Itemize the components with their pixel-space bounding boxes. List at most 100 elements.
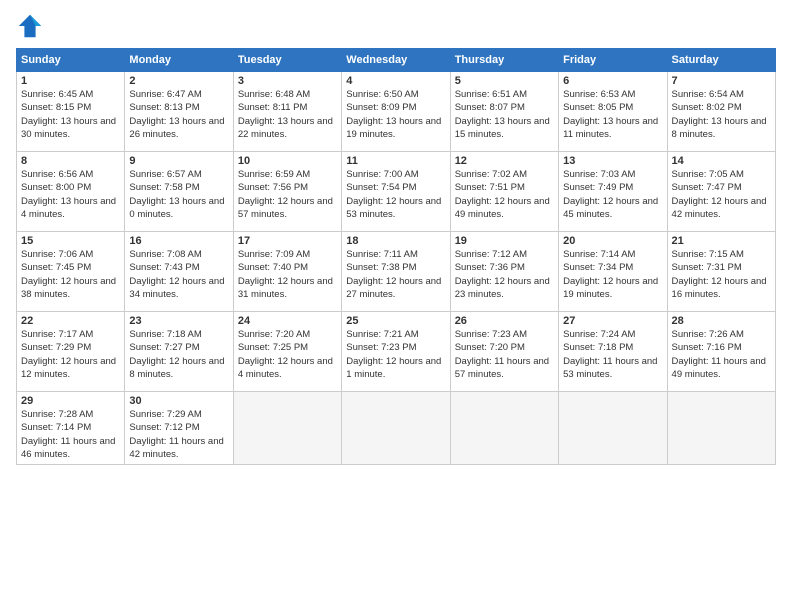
day-number: 18 — [346, 235, 445, 247]
day-number: 21 — [672, 235, 771, 247]
day-number: 15 — [21, 235, 120, 247]
day-number: 8 — [21, 155, 120, 167]
calendar-cell — [233, 392, 341, 465]
col-saturday: Saturday — [667, 49, 775, 72]
day-number: 9 — [129, 155, 228, 167]
calendar-cell: 1Sunrise: 6:45 AMSunset: 8:15 PMDaylight… — [17, 72, 125, 152]
day-number: 26 — [455, 315, 554, 327]
day-number: 2 — [129, 75, 228, 87]
col-monday: Monday — [125, 49, 233, 72]
day-info: Sunrise: 6:50 AMSunset: 8:09 PMDaylight:… — [346, 88, 445, 141]
page: Sunday Monday Tuesday Wednesday Thursday… — [0, 0, 792, 612]
calendar-cell: 18Sunrise: 7:11 AMSunset: 7:38 PMDayligh… — [342, 232, 450, 312]
day-info: Sunrise: 7:15 AMSunset: 7:31 PMDaylight:… — [672, 248, 771, 301]
day-info: Sunrise: 6:56 AMSunset: 8:00 PMDaylight:… — [21, 168, 120, 221]
day-info: Sunrise: 7:21 AMSunset: 7:23 PMDaylight:… — [346, 328, 445, 381]
day-info: Sunrise: 6:47 AMSunset: 8:13 PMDaylight:… — [129, 88, 228, 141]
day-number: 25 — [346, 315, 445, 327]
col-wednesday: Wednesday — [342, 49, 450, 72]
logo-icon — [16, 12, 44, 40]
day-info: Sunrise: 6:57 AMSunset: 7:58 PMDaylight:… — [129, 168, 228, 221]
col-thursday: Thursday — [450, 49, 558, 72]
day-number: 13 — [563, 155, 662, 167]
calendar-cell: 24Sunrise: 7:20 AMSunset: 7:25 PMDayligh… — [233, 312, 341, 392]
day-info: Sunrise: 7:28 AMSunset: 7:14 PMDaylight:… — [21, 408, 120, 461]
calendar-cell: 3Sunrise: 6:48 AMSunset: 8:11 PMDaylight… — [233, 72, 341, 152]
day-number: 19 — [455, 235, 554, 247]
header — [16, 12, 776, 40]
calendar-cell — [667, 392, 775, 465]
col-sunday: Sunday — [17, 49, 125, 72]
col-tuesday: Tuesday — [233, 49, 341, 72]
calendar-cell: 27Sunrise: 7:24 AMSunset: 7:18 PMDayligh… — [559, 312, 667, 392]
day-info: Sunrise: 7:29 AMSunset: 7:12 PMDaylight:… — [129, 408, 228, 461]
calendar-cell: 19Sunrise: 7:12 AMSunset: 7:36 PMDayligh… — [450, 232, 558, 312]
day-info: Sunrise: 7:20 AMSunset: 7:25 PMDaylight:… — [238, 328, 337, 381]
calendar-cell: 16Sunrise: 7:08 AMSunset: 7:43 PMDayligh… — [125, 232, 233, 312]
day-info: Sunrise: 7:18 AMSunset: 7:27 PMDaylight:… — [129, 328, 228, 381]
day-info: Sunrise: 7:24 AMSunset: 7:18 PMDaylight:… — [563, 328, 662, 381]
day-info: Sunrise: 7:05 AMSunset: 7:47 PMDaylight:… — [672, 168, 771, 221]
calendar-cell: 5Sunrise: 6:51 AMSunset: 8:07 PMDaylight… — [450, 72, 558, 152]
day-number: 29 — [21, 395, 120, 407]
calendar-cell — [342, 392, 450, 465]
calendar-cell: 11Sunrise: 7:00 AMSunset: 7:54 PMDayligh… — [342, 152, 450, 232]
calendar-row: 8Sunrise: 6:56 AMSunset: 8:00 PMDaylight… — [17, 152, 776, 232]
day-number: 14 — [672, 155, 771, 167]
day-info: Sunrise: 7:08 AMSunset: 7:43 PMDaylight:… — [129, 248, 228, 301]
day-info: Sunrise: 6:54 AMSunset: 8:02 PMDaylight:… — [672, 88, 771, 141]
day-number: 17 — [238, 235, 337, 247]
calendar-cell: 29Sunrise: 7:28 AMSunset: 7:14 PMDayligh… — [17, 392, 125, 465]
day-number: 7 — [672, 75, 771, 87]
calendar-row: 29Sunrise: 7:28 AMSunset: 7:14 PMDayligh… — [17, 392, 776, 465]
day-info: Sunrise: 7:12 AMSunset: 7:36 PMDaylight:… — [455, 248, 554, 301]
day-number: 12 — [455, 155, 554, 167]
calendar-cell: 6Sunrise: 6:53 AMSunset: 8:05 PMDaylight… — [559, 72, 667, 152]
day-info: Sunrise: 7:09 AMSunset: 7:40 PMDaylight:… — [238, 248, 337, 301]
calendar-cell: 22Sunrise: 7:17 AMSunset: 7:29 PMDayligh… — [17, 312, 125, 392]
day-number: 20 — [563, 235, 662, 247]
day-info: Sunrise: 7:26 AMSunset: 7:16 PMDaylight:… — [672, 328, 771, 381]
day-number: 23 — [129, 315, 228, 327]
day-number: 11 — [346, 155, 445, 167]
day-number: 16 — [129, 235, 228, 247]
day-number: 22 — [21, 315, 120, 327]
header-row: Sunday Monday Tuesday Wednesday Thursday… — [17, 49, 776, 72]
calendar-row: 22Sunrise: 7:17 AMSunset: 7:29 PMDayligh… — [17, 312, 776, 392]
calendar-cell: 14Sunrise: 7:05 AMSunset: 7:47 PMDayligh… — [667, 152, 775, 232]
calendar-cell: 15Sunrise: 7:06 AMSunset: 7:45 PMDayligh… — [17, 232, 125, 312]
day-number: 4 — [346, 75, 445, 87]
calendar-cell: 2Sunrise: 6:47 AMSunset: 8:13 PMDaylight… — [125, 72, 233, 152]
day-info: Sunrise: 6:51 AMSunset: 8:07 PMDaylight:… — [455, 88, 554, 141]
day-number: 5 — [455, 75, 554, 87]
calendar-cell: 28Sunrise: 7:26 AMSunset: 7:16 PMDayligh… — [667, 312, 775, 392]
day-info: Sunrise: 7:06 AMSunset: 7:45 PMDaylight:… — [21, 248, 120, 301]
calendar-cell: 17Sunrise: 7:09 AMSunset: 7:40 PMDayligh… — [233, 232, 341, 312]
calendar-cell: 26Sunrise: 7:23 AMSunset: 7:20 PMDayligh… — [450, 312, 558, 392]
day-number: 6 — [563, 75, 662, 87]
day-number: 28 — [672, 315, 771, 327]
calendar-cell: 10Sunrise: 6:59 AMSunset: 7:56 PMDayligh… — [233, 152, 341, 232]
calendar-cell: 7Sunrise: 6:54 AMSunset: 8:02 PMDaylight… — [667, 72, 775, 152]
day-info: Sunrise: 7:02 AMSunset: 7:51 PMDaylight:… — [455, 168, 554, 221]
day-info: Sunrise: 7:03 AMSunset: 7:49 PMDaylight:… — [563, 168, 662, 221]
calendar-cell: 30Sunrise: 7:29 AMSunset: 7:12 PMDayligh… — [125, 392, 233, 465]
calendar-cell: 12Sunrise: 7:02 AMSunset: 7:51 PMDayligh… — [450, 152, 558, 232]
calendar-cell: 25Sunrise: 7:21 AMSunset: 7:23 PMDayligh… — [342, 312, 450, 392]
day-info: Sunrise: 7:00 AMSunset: 7:54 PMDaylight:… — [346, 168, 445, 221]
calendar-cell: 8Sunrise: 6:56 AMSunset: 8:00 PMDaylight… — [17, 152, 125, 232]
day-number: 1 — [21, 75, 120, 87]
day-number: 10 — [238, 155, 337, 167]
calendar-cell: 23Sunrise: 7:18 AMSunset: 7:27 PMDayligh… — [125, 312, 233, 392]
calendar-cell: 13Sunrise: 7:03 AMSunset: 7:49 PMDayligh… — [559, 152, 667, 232]
calendar-cell: 21Sunrise: 7:15 AMSunset: 7:31 PMDayligh… — [667, 232, 775, 312]
calendar-cell: 4Sunrise: 6:50 AMSunset: 8:09 PMDaylight… — [342, 72, 450, 152]
day-number: 3 — [238, 75, 337, 87]
day-number: 30 — [129, 395, 228, 407]
logo — [16, 12, 48, 40]
day-info: Sunrise: 7:17 AMSunset: 7:29 PMDaylight:… — [21, 328, 120, 381]
day-number: 27 — [563, 315, 662, 327]
day-info: Sunrise: 7:14 AMSunset: 7:34 PMDaylight:… — [563, 248, 662, 301]
day-info: Sunrise: 7:23 AMSunset: 7:20 PMDaylight:… — [455, 328, 554, 381]
day-info: Sunrise: 6:45 AMSunset: 8:15 PMDaylight:… — [21, 88, 120, 141]
